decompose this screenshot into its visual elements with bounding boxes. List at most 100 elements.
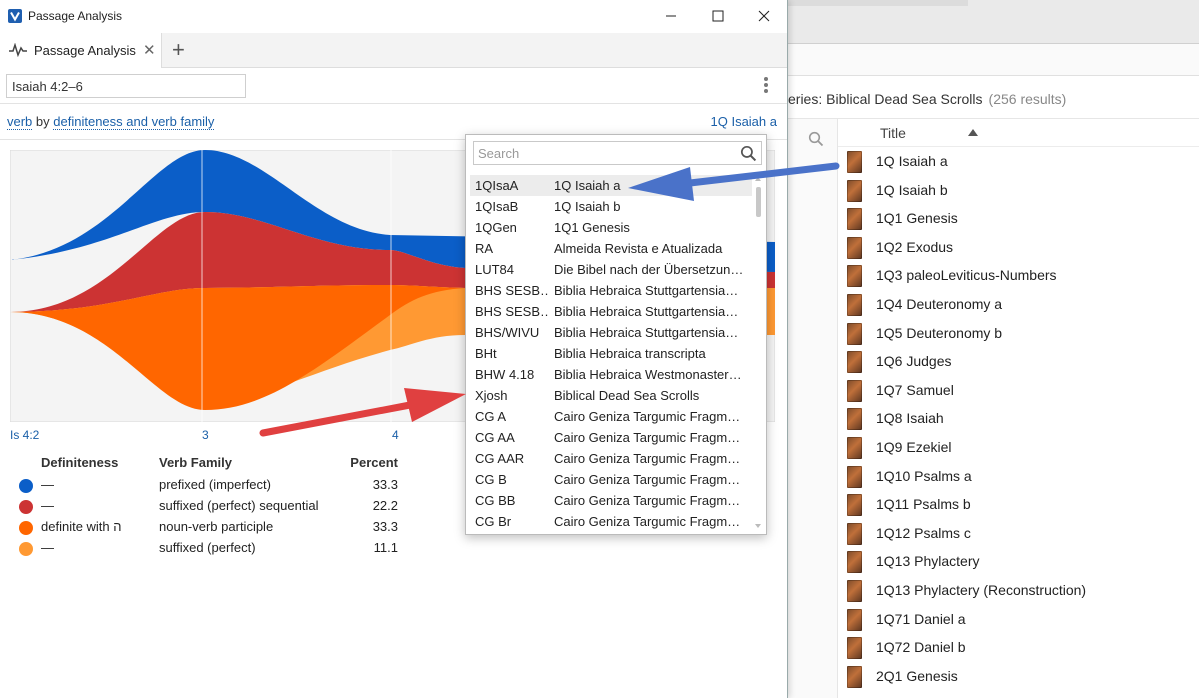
- x-tick-label-3[interactable]: 4: [392, 428, 399, 442]
- library-list-item[interactable]: 1Q10 Psalms a: [838, 462, 1199, 491]
- legend-header-verb-family: Verb Family: [159, 455, 232, 470]
- dropdown-scrollbar[interactable]: [754, 175, 762, 530]
- legend-percent: 11.1: [373, 540, 398, 555]
- resource-list-item[interactable]: CG B Cairo Geniza Targumic Fragm…: [470, 469, 752, 490]
- scroll-up-icon[interactable]: [755, 177, 761, 181]
- resource-list-item[interactable]: CG A Cairo Geniza Targumic Fragm…: [470, 406, 752, 427]
- minimize-button[interactable]: [656, 4, 686, 28]
- resource-list-item[interactable]: 1QIsaB 1Q Isaiah b: [470, 196, 752, 217]
- legend-row[interactable]: definite with ה noun-verb participle 33.3: [10, 517, 410, 538]
- library-list-item[interactable]: 1Q5 Deuteronomy b: [838, 319, 1199, 348]
- legend-row[interactable]: — prefixed (imperfect) 33.3: [10, 475, 410, 496]
- legend-header-definiteness: Definiteness: [41, 455, 119, 470]
- resource-abbreviation: RA: [475, 241, 494, 256]
- resource-list-item[interactable]: CG Br Cairo Geniza Targumic Fragm…: [470, 511, 752, 532]
- x-tick-label-2[interactable]: 3: [202, 428, 209, 442]
- query-by-text: by: [35, 114, 50, 129]
- resource-selector-link[interactable]: 1Q Isaiah a: [711, 114, 778, 129]
- background-toolbar-strip: [788, 44, 1199, 76]
- resource-list-item[interactable]: BHW 4.18 Biblia Hebraica Westmonaster…: [470, 364, 752, 385]
- close-tab-icon[interactable]: ✕: [143, 41, 156, 59]
- legend-definiteness: —: [41, 540, 54, 555]
- resource-abbreviation: BHS SESB…: [475, 283, 549, 298]
- x-tick-label-1[interactable]: Is 4:2: [10, 428, 39, 442]
- book-cover-icon: [847, 151, 862, 173]
- legend-row[interactable]: — suffixed (perfect) sequential 22.2: [10, 496, 410, 517]
- book-cover-icon: [847, 322, 862, 345]
- resource-list-item[interactable]: CG AAR Cairo Geniza Targumic Fragm…: [470, 448, 752, 469]
- query-subject-link[interactable]: verb: [7, 114, 33, 130]
- resource-list-item[interactable]: RA Almeida Revista e Atualizada: [470, 238, 752, 259]
- scroll-down-icon[interactable]: [755, 524, 761, 528]
- resource-search-input[interactable]: [474, 142, 734, 164]
- book-cover-icon: [847, 408, 862, 431]
- library-list-item[interactable]: 1Q13 Phylactery (Reconstruction): [838, 576, 1199, 605]
- library-item-title: 2Q1 Genesis: [876, 667, 958, 684]
- query-grouping-link[interactable]: definiteness and verb family: [53, 114, 215, 130]
- resource-list-item[interactable]: BHS/WIVU Biblia Hebraica Stuttgartensia…: [470, 322, 752, 343]
- library-list-item[interactable]: 1Q71 Daniel a: [838, 605, 1199, 634]
- background-results-list: 1Q Isaiah a 1Q Isaiah b 1Q1 Genesis 1Q2 Exo…: [838, 147, 1199, 690]
- resource-title: Biblia Hebraica Westmonaster…: [554, 367, 742, 382]
- resource-list-item[interactable]: CG BB Cairo Geniza Targumic Fragm…: [470, 490, 752, 511]
- legend-row[interactable]: — suffixed (perfect) 11.1: [10, 538, 410, 559]
- book-cover-icon: [847, 637, 862, 660]
- more-options-icon[interactable]: [760, 76, 772, 96]
- legend-color-swatch: [19, 542, 33, 556]
- resource-list-item[interactable]: BHS SESB… Biblia Hebraica Stuttgartensia…: [470, 301, 752, 322]
- resource-abbreviation: CG Br: [475, 514, 512, 529]
- library-list-item[interactable]: 2Q1 Genesis: [838, 662, 1199, 691]
- library-list-item[interactable]: 1Q12 Psalms c: [838, 519, 1199, 548]
- library-item-title: 1Q4 Deuteronomy a: [876, 295, 1003, 312]
- resource-list-item[interactable]: 1QGen 1Q1 Genesis: [470, 217, 752, 238]
- background-results-header: eries: Biblical Dead Sea Scrolls (256 res…: [788, 77, 1199, 119]
- resource-list-item[interactable]: BHt Biblia Hebraica transcripta: [470, 343, 752, 364]
- library-list-item[interactable]: 1Q6 Judges: [838, 347, 1199, 376]
- book-cover-icon: [847, 494, 862, 517]
- maximize-button[interactable]: [703, 4, 733, 28]
- resource-abbreviation: CG B: [475, 472, 507, 487]
- reference-input[interactable]: Isaiah 4:2–6: [6, 74, 246, 98]
- scrollbar-thumb[interactable]: [756, 187, 761, 217]
- library-item-title: 1Q13 Phylactery: [876, 553, 980, 570]
- library-list-item[interactable]: 1Q1 Genesis: [838, 204, 1199, 233]
- resource-list-item[interactable]: 1QIsaA 1Q Isaiah a: [470, 175, 752, 196]
- library-item-title: 1Q9 Ezekiel: [876, 438, 952, 455]
- add-tab-button[interactable]: +: [172, 37, 185, 63]
- legend-percent: 33.3: [372, 519, 398, 534]
- legend-header-percent: Percent: [350, 455, 398, 470]
- search-icon[interactable]: [740, 145, 757, 165]
- library-list-item[interactable]: 1Q8 Isaiah: [838, 404, 1199, 433]
- legend-definiteness: definite with ה: [41, 519, 122, 534]
- book-cover-icon: [847, 236, 862, 259]
- library-list-item[interactable]: 1Q Isaiah b: [838, 176, 1199, 205]
- resource-dropdown: 1QIsaA1Q Isaiah a1QIsaB1Q Isaiah b1QGen1…: [465, 134, 767, 535]
- tab-passage-analysis[interactable]: Passage Analysis ✕: [0, 33, 162, 68]
- library-item-title: 1Q Isaiah a: [876, 153, 948, 169]
- resource-title: Cairo Geniza Targumic Fragm…: [554, 409, 741, 424]
- book-cover-icon: [847, 208, 862, 231]
- library-list-item[interactable]: 1Q9 Ezekiel: [838, 433, 1199, 462]
- resource-abbreviation: CG AAR: [475, 451, 525, 466]
- library-list-item[interactable]: 1Q4 Deuteronomy a: [838, 290, 1199, 319]
- title-column-label: Title: [880, 125, 906, 141]
- waveform-icon: [9, 42, 27, 60]
- resource-list-item[interactable]: CG AA Cairo Geniza Targumic Fragm…: [470, 427, 752, 448]
- search-icon[interactable]: [808, 131, 824, 150]
- resource-title: Cairo Geniza Targumic Fragm…: [554, 451, 741, 466]
- library-list-item[interactable]: 1Q2 Exodus: [838, 233, 1199, 262]
- legend-color-swatch: [19, 521, 33, 535]
- library-list-item[interactable]: 1Q Isaiah a: [838, 147, 1199, 176]
- library-list-item[interactable]: 1Q11 Psalms b: [838, 490, 1199, 519]
- library-list-item[interactable]: 1Q72 Daniel b: [838, 633, 1199, 662]
- sort-ascending-icon: [968, 129, 978, 136]
- resource-list-item[interactable]: BHS SESB… Biblia Hebraica Stuttgartensia…: [470, 280, 752, 301]
- title-column-header[interactable]: Title: [838, 119, 1199, 147]
- legend-definiteness: —: [41, 498, 54, 513]
- resource-list-item[interactable]: LUT84 Die Bibel nach der Übersetzun…: [470, 259, 752, 280]
- resource-list-item[interactable]: Xjosh Biblical Dead Sea Scrolls: [470, 385, 752, 406]
- library-list-item[interactable]: 1Q7 Samuel: [838, 376, 1199, 405]
- library-list-item[interactable]: 1Q3 paleoLeviticus-Numbers: [838, 261, 1199, 290]
- library-list-item[interactable]: 1Q13 Phylactery: [838, 547, 1199, 576]
- close-window-button[interactable]: [749, 4, 779, 28]
